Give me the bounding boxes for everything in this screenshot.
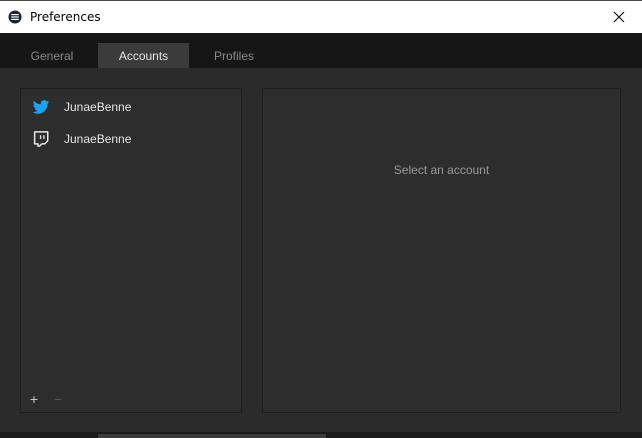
remove-account-button[interactable]: − xyxy=(51,392,65,406)
account-detail-panel: Select an account xyxy=(262,88,621,413)
tab-bar: General Accounts Profiles xyxy=(0,33,642,68)
tab-accounts[interactable]: Accounts xyxy=(98,43,189,68)
account-name: JunaeBenne xyxy=(64,100,132,114)
horizontal-scrollbar[interactable] xyxy=(98,434,326,438)
empty-state-message: Select an account xyxy=(393,163,490,177)
list-actions: + − xyxy=(27,392,65,406)
tab-general[interactable]: General xyxy=(8,43,96,68)
add-account-button[interactable]: + xyxy=(27,392,41,406)
app-icon xyxy=(8,10,22,24)
close-button[interactable] xyxy=(596,1,642,33)
account-item-twitter[interactable]: JunaeBenne xyxy=(21,91,241,121)
account-list: JunaeBenne JunaeBenne + − xyxy=(20,88,242,413)
twitch-icon xyxy=(33,131,49,147)
account-item-twitch[interactable]: JunaeBenne xyxy=(21,123,241,153)
tab-profiles[interactable]: Profiles xyxy=(191,43,277,68)
title-bar: Preferences xyxy=(0,0,642,33)
window-title: Preferences xyxy=(30,10,101,24)
twitter-icon xyxy=(32,100,50,114)
close-icon xyxy=(613,11,625,23)
accounts-page: JunaeBenne JunaeBenne + − Select an acco… xyxy=(0,68,642,432)
account-name: JunaeBenne xyxy=(64,132,132,146)
